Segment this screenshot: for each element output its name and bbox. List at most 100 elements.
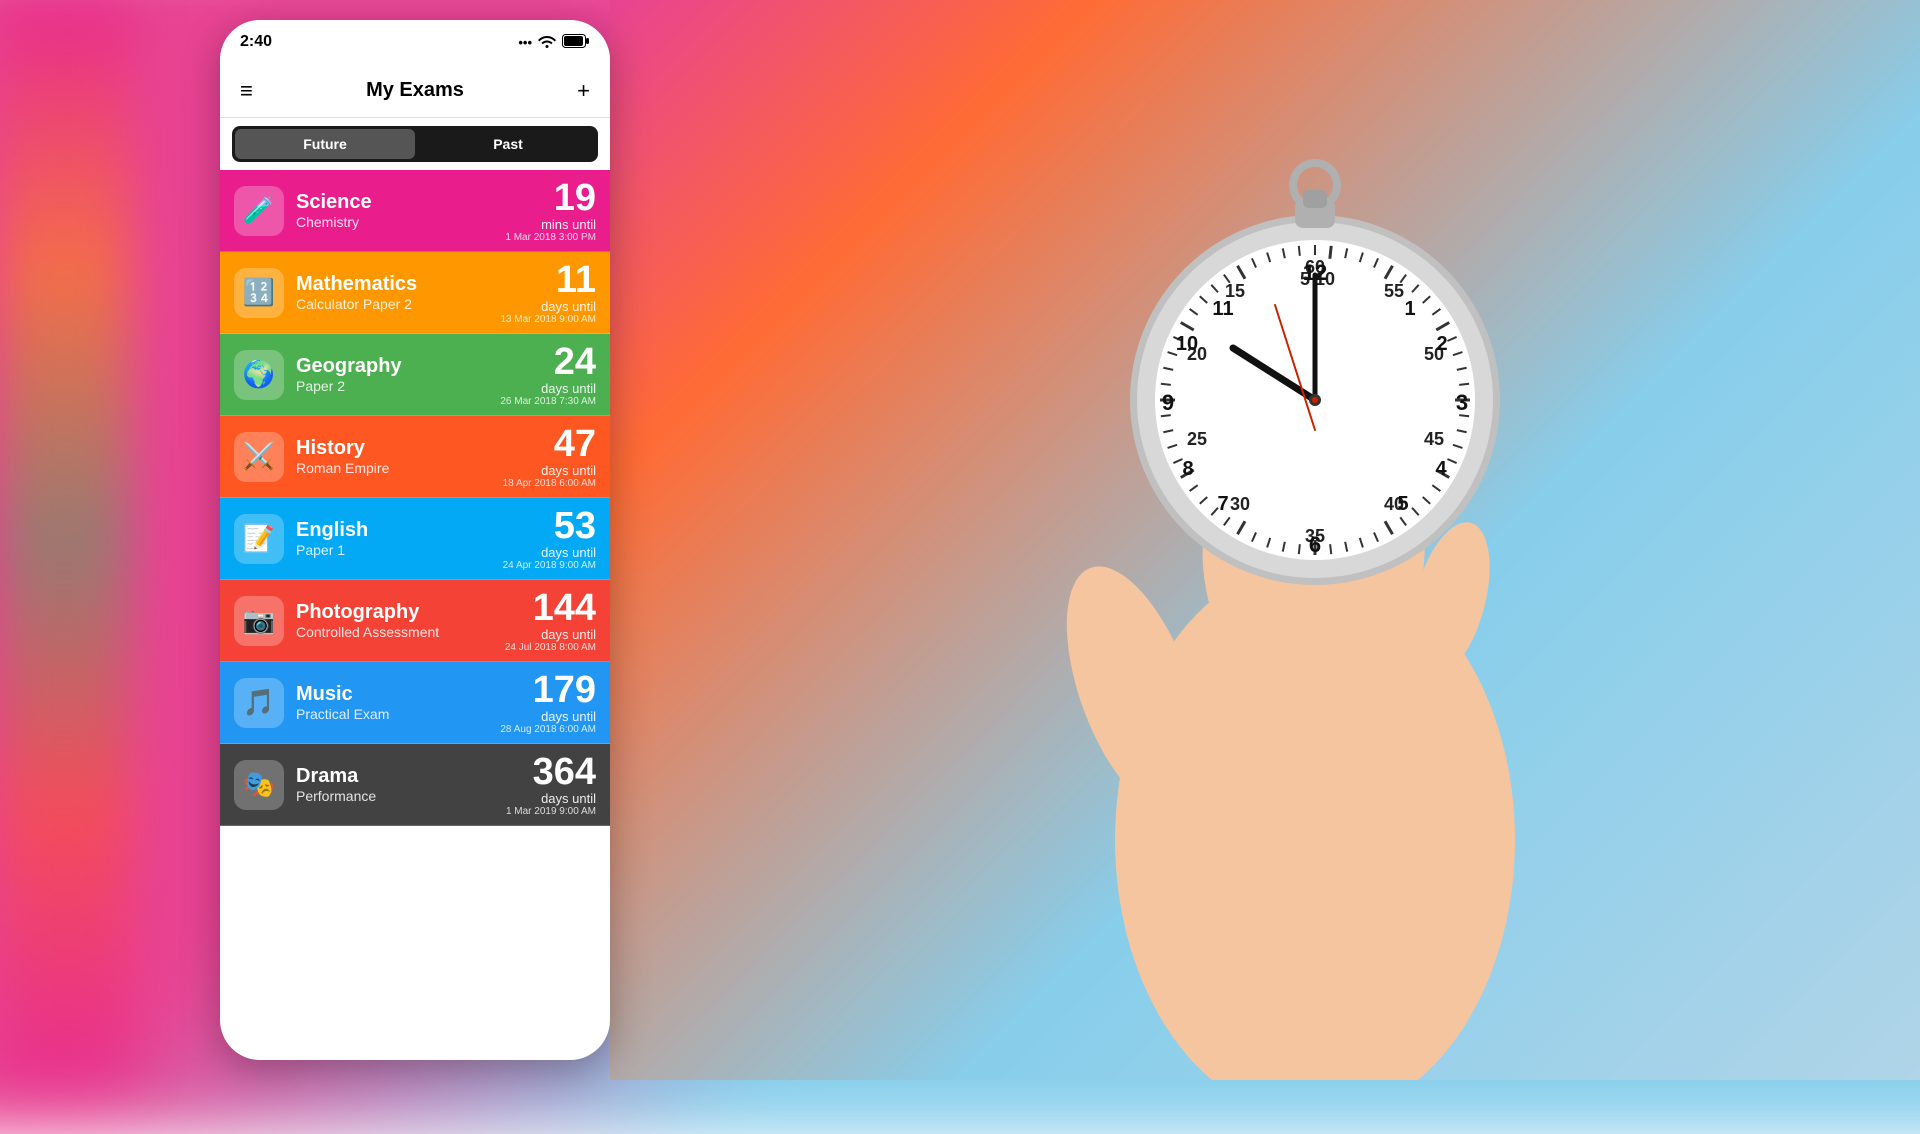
- svg-text:55: 55: [1384, 281, 1404, 301]
- exam-info: Geography Paper 2: [284, 355, 500, 394]
- exam-icon: ⚔️: [234, 432, 284, 482]
- exam-info: History Roman Empire: [284, 437, 503, 476]
- exam-detail: Paper 2: [296, 378, 500, 394]
- segment-control: Future Past: [232, 126, 598, 162]
- battery-icon: [562, 34, 590, 51]
- exam-detail: Controlled Assessment: [296, 624, 505, 640]
- exam-detail: Roman Empire: [296, 460, 503, 476]
- exam-info: Music Practical Exam: [284, 683, 500, 722]
- svg-text:1: 1: [1404, 298, 1415, 320]
- exam-list-item[interactable]: 📝 English Paper 1 53 days until 24 Apr 2…: [220, 498, 610, 580]
- exam-detail: Performance: [296, 788, 506, 804]
- countdown-date: 1 Mar 2019 9:00 AM: [506, 806, 596, 817]
- exam-subject: Drama: [296, 765, 506, 788]
- countdown-label: days until: [503, 463, 596, 478]
- status-icons: •••: [518, 34, 590, 51]
- svg-text:4: 4: [1435, 458, 1447, 480]
- countdown-number: 24: [500, 343, 596, 381]
- exam-subject: Mathematics: [296, 273, 500, 296]
- menu-button[interactable]: ≡: [240, 78, 253, 104]
- svg-text:10: 10: [1176, 333, 1198, 355]
- exam-icon: 🌍: [234, 350, 284, 400]
- exam-info: Science Chemistry: [284, 191, 505, 230]
- exam-icon: 🔢: [234, 268, 284, 318]
- exam-detail: Paper 1: [296, 542, 503, 558]
- exam-info: English Paper 1: [284, 519, 503, 558]
- svg-text:8: 8: [1182, 458, 1193, 480]
- exam-list: 🧪 Science Chemistry 19 mins until 1 Mar …: [220, 170, 610, 1060]
- countdown-number: 47: [503, 425, 596, 463]
- status-time: 2:40: [240, 33, 272, 51]
- exam-subject: History: [296, 437, 503, 460]
- exam-info: Photography Controlled Assessment: [284, 601, 505, 640]
- countdown-label: days until: [500, 709, 596, 724]
- svg-text:9: 9: [1162, 390, 1174, 415]
- segment-future[interactable]: Future: [235, 129, 415, 159]
- exam-icon: 🧪: [234, 186, 284, 236]
- countdown-label: days until: [506, 791, 596, 806]
- svg-text:5: 5: [1397, 493, 1408, 515]
- photo-area: 60 55 50 45 40 35 30 25 20 15 5 10 12 3 …: [610, 0, 1920, 1080]
- exam-list-item[interactable]: 🌍 Geography Paper 2 24 days until 26 Mar…: [220, 334, 610, 416]
- countdown-number: 364: [506, 753, 596, 791]
- exam-info: Drama Performance: [284, 765, 506, 804]
- phone-container: 2:40 ••• ≡ My Exams + Future: [220, 20, 610, 1060]
- exam-countdown: 19 mins until 1 Mar 2018 3:00 PM: [505, 179, 596, 243]
- countdown-date: 24 Apr 2018 9:00 AM: [503, 560, 596, 571]
- countdown-label: days until: [505, 627, 596, 642]
- exam-countdown: 144 days until 24 Jul 2018 8:00 AM: [505, 589, 596, 653]
- exam-countdown: 179 days until 28 Aug 2018 6:00 AM: [500, 671, 596, 735]
- countdown-number: 144: [505, 589, 596, 627]
- svg-text:6: 6: [1309, 532, 1321, 557]
- exam-info: Mathematics Calculator Paper 2: [284, 273, 500, 312]
- exam-detail: Calculator Paper 2: [296, 296, 500, 312]
- exam-icon: 📷: [234, 596, 284, 646]
- exam-subject: English: [296, 519, 503, 542]
- exam-icon: 🎭: [234, 760, 284, 810]
- exam-list-item[interactable]: 📷 Photography Controlled Assessment 144 …: [220, 580, 610, 662]
- svg-text:3: 3: [1456, 390, 1468, 415]
- add-exam-button[interactable]: +: [577, 78, 590, 104]
- stopwatch-illustration: 60 55 50 45 40 35 30 25 20 15 5 10 12 3 …: [965, 90, 1565, 990]
- exam-list-item[interactable]: 🎵 Music Practical Exam 179 days until 28…: [220, 662, 610, 744]
- svg-text:25: 25: [1187, 429, 1207, 449]
- exam-list-item[interactable]: 🔢 Mathematics Calculator Paper 2 11 days…: [220, 252, 610, 334]
- countdown-number: 19: [505, 179, 596, 217]
- countdown-number: 53: [503, 507, 596, 545]
- exam-list-item[interactable]: ⚔️ History Roman Empire 47 days until 18…: [220, 416, 610, 498]
- exam-subject: Photography: [296, 601, 505, 624]
- segment-past[interactable]: Past: [418, 126, 598, 162]
- exam-detail: Practical Exam: [296, 706, 500, 722]
- status-bar: 2:40 •••: [220, 20, 610, 64]
- countdown-date: 13 Mar 2018 9:00 AM: [500, 314, 596, 325]
- countdown-date: 1 Mar 2018 3:00 PM: [505, 232, 596, 243]
- app-header: ≡ My Exams +: [220, 64, 610, 118]
- countdown-number: 11: [500, 261, 596, 299]
- exam-countdown: 24 days until 26 Mar 2018 7:30 AM: [500, 343, 596, 407]
- exam-list-item[interactable]: 🎭 Drama Performance 364 days until 1 Mar…: [220, 744, 610, 826]
- countdown-date: 28 Aug 2018 6:00 AM: [500, 724, 596, 735]
- countdown-date: 18 Apr 2018 6:00 AM: [503, 478, 596, 489]
- exam-icon: 🎵: [234, 678, 284, 728]
- signal-icon: •••: [518, 35, 532, 50]
- exam-detail: Chemistry: [296, 214, 505, 230]
- countdown-label: days until: [500, 381, 596, 396]
- svg-text:7: 7: [1217, 493, 1228, 515]
- exam-countdown: 47 days until 18 Apr 2018 6:00 AM: [503, 425, 596, 489]
- exam-countdown: 364 days until 1 Mar 2019 9:00 AM: [506, 753, 596, 817]
- countdown-date: 26 Mar 2018 7:30 AM: [500, 396, 596, 407]
- exam-icon: 📝: [234, 514, 284, 564]
- countdown-label: days until: [503, 545, 596, 560]
- countdown-date: 24 Jul 2018 8:00 AM: [505, 642, 596, 653]
- exam-countdown: 53 days until 24 Apr 2018 9:00 AM: [503, 507, 596, 571]
- wifi-icon: [538, 34, 556, 51]
- exam-subject: Science: [296, 191, 505, 214]
- app-title: My Exams: [366, 79, 464, 102]
- exam-countdown: 11 days until 13 Mar 2018 9:00 AM: [500, 261, 596, 325]
- exam-list-item[interactable]: 🧪 Science Chemistry 19 mins until 1 Mar …: [220, 170, 610, 252]
- countdown-label: mins until: [505, 217, 596, 232]
- countdown-number: 179: [500, 671, 596, 709]
- svg-text:30: 30: [1230, 494, 1250, 514]
- svg-text:2: 2: [1436, 333, 1447, 355]
- svg-text:11: 11: [1212, 298, 1233, 320]
